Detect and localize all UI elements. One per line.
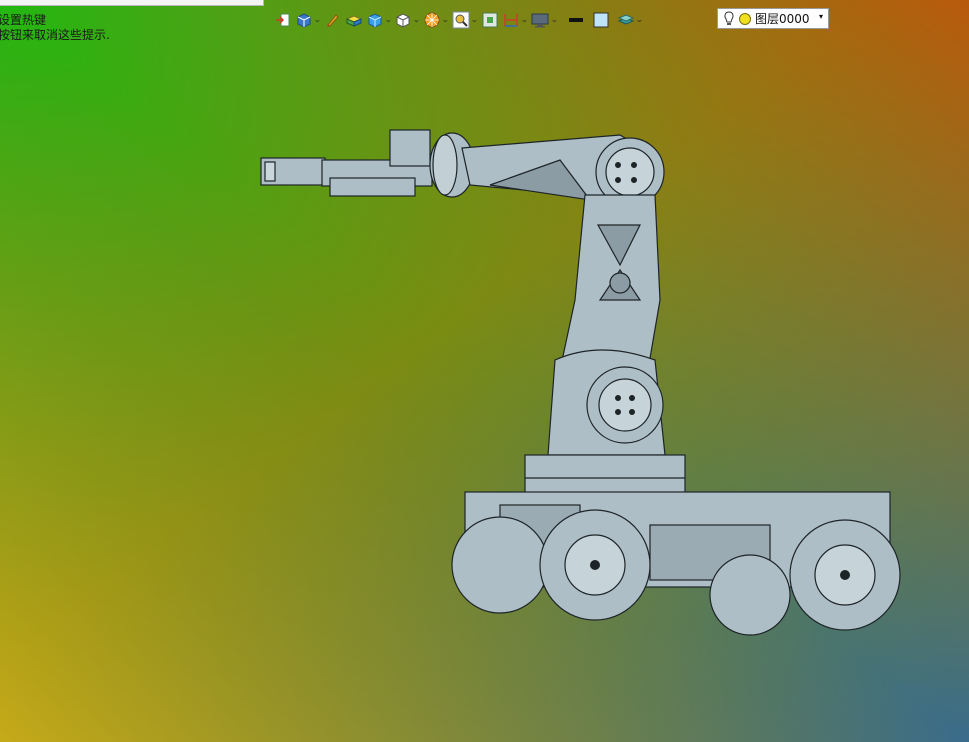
chevron-down-icon: ⌄ [384,15,393,24]
3d-viewport[interactable]: 设置热键 按钮来取消这些提示. ⌄ ⌄ ⌄ ⌄ ⌄ ⌄ ⌄ ⌄ 图层0000 ▾ [0,0,969,742]
chevron-down-icon: ⌄ [550,15,559,24]
view-toolbar: ⌄ ⌄ ⌄ ⌄ ⌄ ⌄ ⌄ ⌄ [274,8,646,32]
cube-view-icon [297,13,311,28]
pencil-icon [326,14,339,27]
fill-color-button[interactable] [592,9,610,31]
blue-cube-button[interactable]: ⌄ [366,9,392,31]
render-button[interactable]: ⌄ [423,9,449,31]
white-cube-icon [396,13,410,28]
white-cube-button[interactable]: ⌄ [394,9,421,31]
import-icon [276,13,290,27]
solid-box-icon [345,15,362,27]
dropdown-arrow-icon[interactable]: ▾ [819,12,823,21]
import-button[interactable] [274,9,292,31]
chevron-down-icon: ⌄ [441,15,450,24]
cube-view-button[interactable]: ⌄ [295,9,321,31]
layer-manager-button[interactable]: ⌄ [617,9,643,31]
robot-arm-model[interactable] [0,0,969,742]
chevron-down-icon: ⌄ [313,15,322,24]
fit-view-icon [482,12,498,28]
solid-box-button[interactable] [345,9,363,31]
dimension-icon [503,14,518,27]
chevron-down-icon: ⌄ [470,15,479,24]
zoom-icon [452,11,470,29]
fit-view-button[interactable] [481,9,499,31]
sketch-button[interactable] [324,9,342,31]
dimension-button[interactable]: ⌄ [502,9,528,31]
layer-select[interactable]: 图层0000 ▾ [717,8,829,29]
blue-cube-icon [368,13,382,28]
line-color-button[interactable] [567,9,585,31]
layer-stack-icon [617,14,635,25]
lightbulb-icon[interactable] [722,10,736,27]
fill-color-swatch [593,12,609,28]
monitor-icon [531,13,549,28]
line-color-swatch [568,18,583,22]
chevron-down-icon: ⌄ [519,15,528,24]
zoom-button[interactable]: ⌄ [452,9,478,31]
chevron-down-icon: ⌄ [635,15,644,24]
display-button[interactable]: ⌄ [530,9,559,31]
chevron-down-icon: ⌄ [412,15,421,24]
layer-color-dot-icon[interactable] [738,12,752,26]
layer-name: 图层0000 [755,12,810,26]
render-sphere-icon [424,12,440,28]
